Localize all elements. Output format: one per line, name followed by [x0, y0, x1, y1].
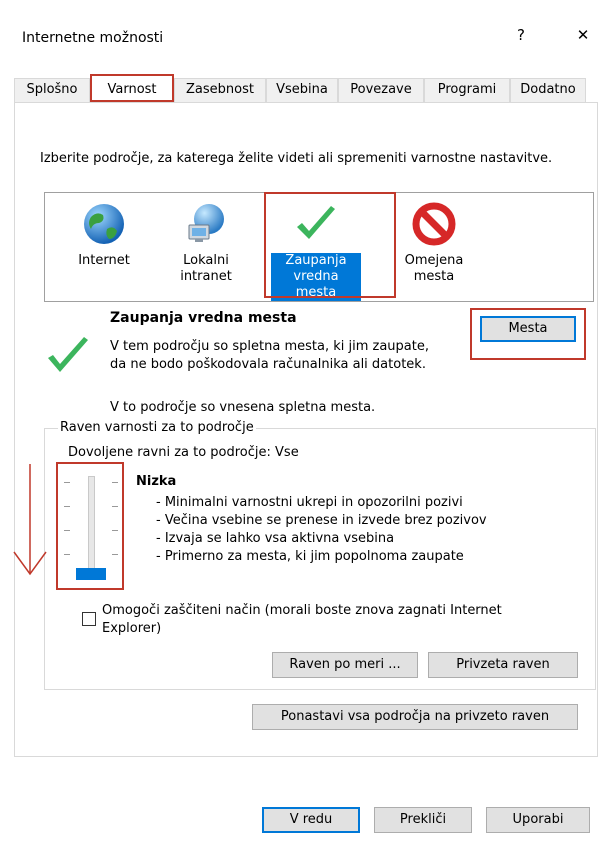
selected-zone-highlight [264, 192, 396, 298]
slider-thumb[interactable] [76, 568, 106, 580]
globe-icon [81, 201, 127, 247]
level-name: Nizka [136, 474, 177, 489]
window-title: Internetne možnosti [22, 30, 164, 46]
default-level-button[interactable]: Privzeta raven [428, 652, 578, 678]
tab-advanced[interactable]: Dodatno [510, 78, 586, 102]
close-button[interactable]: ✕ [568, 22, 598, 48]
list-item: - Primerno za mesta, ki jim popolnoma za… [156, 549, 464, 564]
ok-button[interactable]: V redu [262, 807, 360, 833]
help-button[interactable]: ? [506, 22, 536, 48]
reset-all-zones-button[interactable]: Ponastavi vsa področja na privzeto raven [252, 704, 578, 730]
tab-content[interactable]: Vsebina [266, 78, 338, 102]
level-description: - Minimalni varnostni ukrepi in opozoril… [156, 494, 487, 566]
list-item: - Minimalni varnostni ukrepi in opozoril… [156, 495, 463, 510]
zone-local-intranet[interactable]: Lokalni intranet [161, 193, 251, 285]
tab-programs[interactable]: Programi [424, 78, 510, 102]
slider-track [88, 476, 95, 578]
zone-instruction: Izberite področje, za katerega želite vi… [40, 151, 553, 166]
zone-restricted-sites[interactable]: Omejena mesta [389, 193, 479, 285]
network-globe-icon [183, 201, 229, 247]
list-item: - Izvaja se lahko vsa aktivna vsebina [156, 531, 395, 546]
zone-check-icon [46, 336, 90, 380]
apply-button[interactable]: Uporabi [486, 807, 590, 833]
security-level-slider[interactable] [64, 472, 118, 584]
security-level-group-label: Raven varnosti za to področje [58, 420, 256, 435]
cancel-button[interactable]: Prekliči [374, 807, 472, 833]
down-arrow-annotation [8, 460, 52, 584]
tab-security[interactable]: Varnost [90, 74, 174, 102]
tab-general[interactable]: Splošno [14, 78, 90, 102]
zone-label: Omejena mesta [404, 253, 464, 284]
zone-label: Internet [78, 253, 130, 268]
zone-note: V to področje so vnesena spletna mesta. [110, 400, 376, 415]
custom-level-button[interactable]: Raven po meri ... [272, 652, 418, 678]
protected-mode-label[interactable]: Omogoči zaščiteni način (morali boste zn… [102, 602, 502, 638]
zone-label: Lokalni intranet [180, 253, 232, 284]
zone-title: Zaupanja vredna mesta [110, 310, 297, 326]
tab-privacy[interactable]: Zasebnost [174, 78, 266, 102]
forbidden-icon [411, 201, 457, 247]
tab-connections[interactable]: Povezave [338, 78, 424, 102]
list-item: - Večina vsebine se prenese in izvede br… [156, 513, 487, 528]
zone-description: V tem področju so spletna mesta, ki jim … [110, 339, 429, 372]
protected-mode-checkbox[interactable] [82, 612, 96, 626]
zone-internet[interactable]: Internet [59, 193, 149, 269]
allowed-levels: Dovoljene ravni za to področje: Vse [68, 445, 299, 460]
sites-button-highlight [470, 308, 586, 360]
